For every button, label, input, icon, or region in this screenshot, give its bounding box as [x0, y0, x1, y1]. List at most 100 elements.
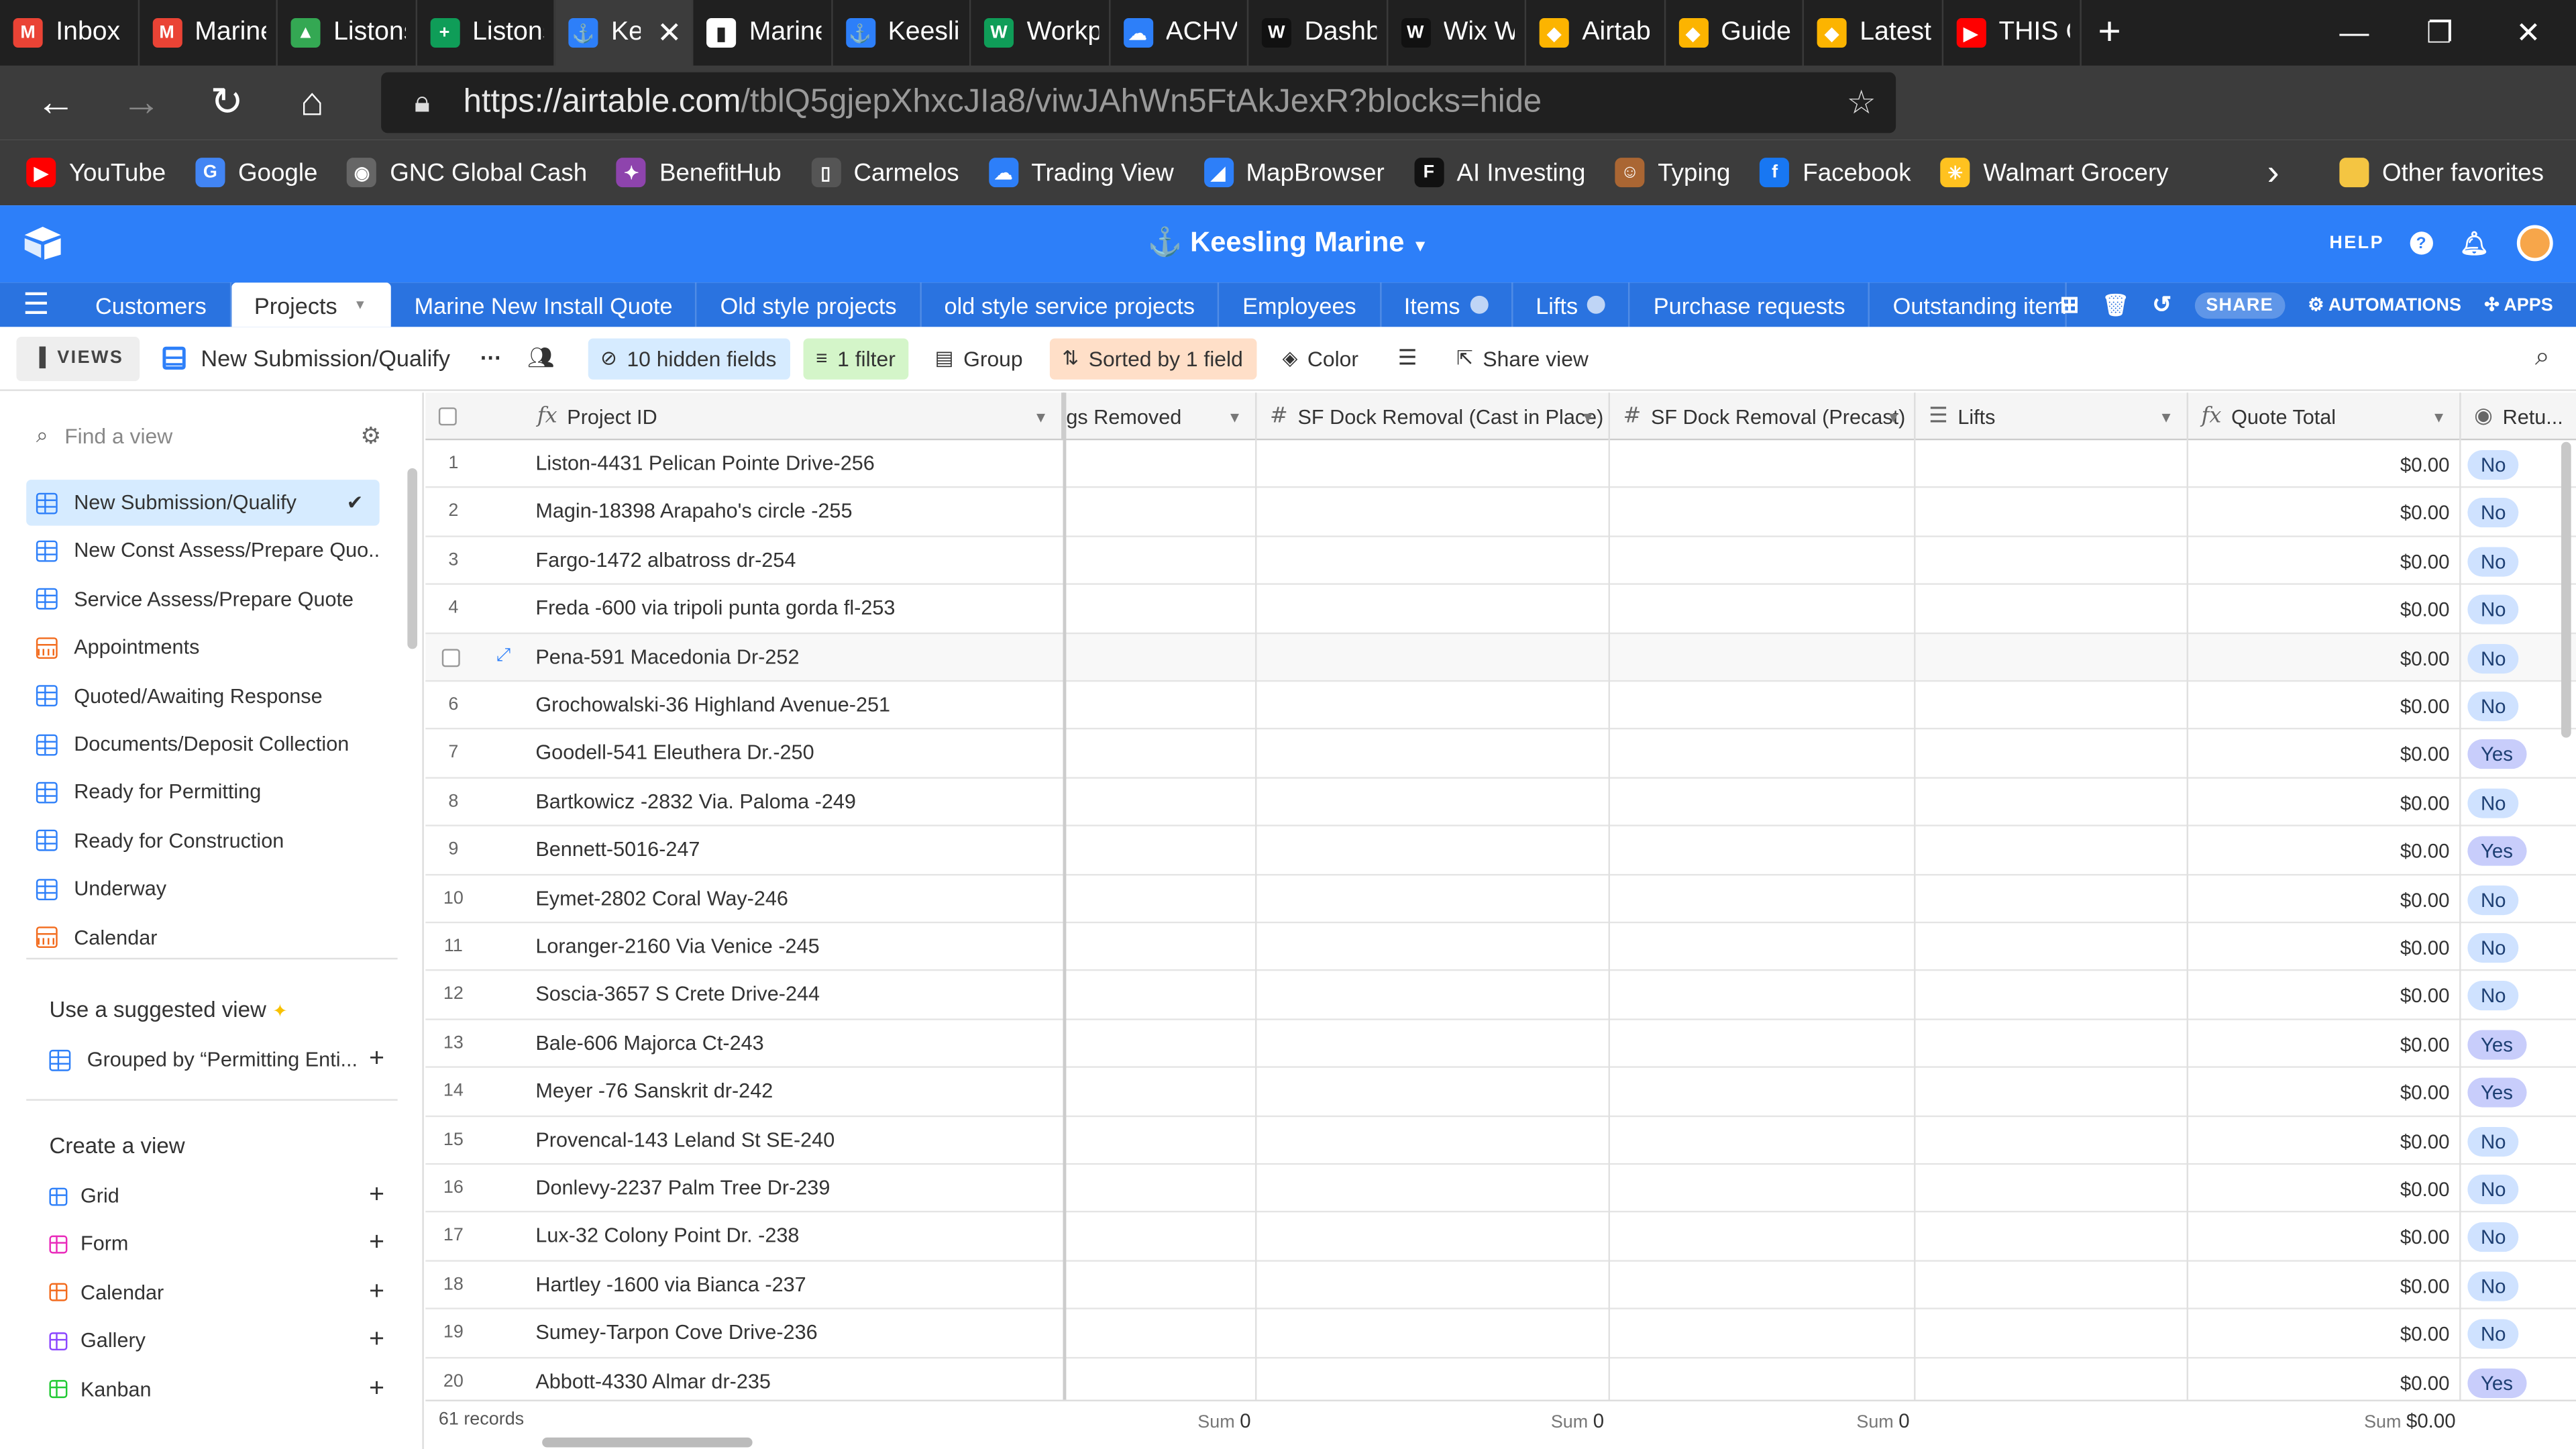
table-row[interactable]: 4 Freda -600 via tripoli punta gorda fl-2… [425, 585, 2576, 634]
table-row[interactable]: 8 Bartkowicz -2832 Via. Paloma -249 $0.00 N… [425, 778, 2576, 827]
browser-tab[interactable]: W Dashb [1248, 0, 1388, 66]
sidebar-view-item[interactable]: New Submission/Qualify ✔ [26, 480, 380, 526]
browser-tab[interactable]: ▮ Marine [693, 0, 833, 66]
quote-total-cell[interactable]: $0.00 [2187, 502, 2450, 525]
sidebar-view-item[interactable]: Appointments [26, 625, 380, 671]
quote-total-cell[interactable]: $0.00 [2187, 792, 2450, 814]
project-id-cell[interactable]: Lux-32 Colony Point Dr. -238 [535, 1224, 799, 1247]
project-id-cell[interactable]: Bale-606 Majorca Ct-243 [535, 1031, 763, 1054]
menu-icon[interactable]: ☰ [0, 282, 72, 327]
create-view-item[interactable]: Form + [49, 1224, 387, 1264]
close-window-icon[interactable]: ✕ [2484, 0, 2573, 66]
row-height-icon[interactable]: ☰ [1385, 337, 1430, 378]
sidebar-scrollbar[interactable] [407, 468, 418, 649]
current-view-name[interactable]: New Submission/Qualify [163, 345, 450, 371]
project-id-cell[interactable]: Abbott-4330 Almar dr-235 [535, 1369, 771, 1392]
returned-select-pill[interactable]: Yes [2467, 1077, 2526, 1108]
table-tab[interactable]: Projects ▼ [231, 282, 392, 327]
column-header-returned[interactable]: ◉ Retu... [2461, 392, 2576, 440]
share-view-button[interactable]: ⇱ Share view [1444, 337, 1602, 378]
table-row[interactable]: 7 Goodell-541 Eleuthera Dr.-250 $0.00 Yes [425, 730, 2576, 779]
help-icon[interactable]: ? [2410, 231, 2434, 255]
quote-total-cell[interactable]: $0.00 [2187, 1033, 2450, 1056]
returned-select-pill[interactable]: No [2467, 885, 2520, 915]
project-id-cell[interactable]: Donlevy-2237 Palm Tree Dr-239 [535, 1176, 830, 1199]
column-header-removed[interactable]: gs Removed ▼ [1066, 392, 1257, 441]
summary-cast[interactable]: Sum 0 [1197, 1409, 1250, 1432]
column-header-lifts[interactable]: ☰ Lifts ▼ [1916, 392, 2189, 441]
bookmark-item[interactable]: F AI Investing [1413, 158, 1585, 188]
browser-tab[interactable]: M Inbox [0, 0, 139, 66]
chevron-down-icon[interactable]: ▼ [1034, 409, 1049, 425]
browser-tab[interactable]: ⚓ Keeslin [832, 0, 971, 66]
minimize-icon[interactable]: — [2310, 0, 2398, 66]
table-row[interactable]: 3 Fargo-1472 albatross dr-254 $0.00 No [425, 537, 2576, 586]
table-tab[interactable]: Old style projects [697, 282, 922, 327]
returned-select-pill[interactable]: No [2467, 498, 2520, 529]
returned-select-pill[interactable]: No [2467, 547, 2520, 577]
project-id-cell[interactable]: Liston-4431 Pelican Pointe Drive-256 [535, 451, 874, 474]
chevron-down-icon[interactable]: ▼ [1580, 409, 1595, 425]
chevron-down-icon[interactable]: ▼ [1228, 409, 1242, 425]
column-header-sf-cast[interactable]: # SF Dock Removal (Cast in Place) ▼ [1256, 392, 1611, 441]
sort-button[interactable]: ⇅ Sorted by 1 field [1049, 337, 1256, 379]
trash-icon[interactable]: 🗑︎ [2102, 292, 2129, 318]
history-icon[interactable]: ↺ [2152, 290, 2171, 319]
quote-total-cell[interactable]: $0.00 [2187, 453, 2450, 476]
bookmark-item[interactable]: ▶ YouTube [26, 158, 166, 188]
project-id-cell[interactable]: Grochowalski-36 Highland Avenue-251 [535, 693, 890, 716]
quote-total-cell[interactable]: $0.00 [2187, 695, 2450, 718]
project-id-cell[interactable]: Provencal-143 Leland St SE-240 [535, 1128, 835, 1150]
select-all-checkbox[interactable] [438, 407, 457, 426]
project-id-cell[interactable]: Freda -600 via tripoli punta gorda fl-25… [535, 596, 895, 619]
hidden-fields-button[interactable]: ⊘ 10 hidden fields [587, 337, 790, 379]
project-id-cell[interactable]: Fargo-1472 albatross dr-254 [535, 548, 796, 571]
restore-icon[interactable]: ❐ [2396, 0, 2484, 66]
create-view-item[interactable]: Gallery + [49, 1321, 387, 1360]
new-tab-icon[interactable]: + [2098, 10, 2121, 56]
table-row[interactable]: 18 Hartley -1600 via Bianca -237 $0.00 No [425, 1261, 2576, 1310]
view-options-icon[interactable]: ⋯ [466, 337, 514, 378]
quote-total-cell[interactable]: $0.00 [2187, 647, 2450, 669]
chevron-down-icon[interactable]: ▼ [1886, 409, 1901, 425]
bookmarks-overflow-chevron-icon[interactable]: › [2267, 151, 2279, 194]
browser-tab[interactable]: ▲ Listons [278, 0, 417, 66]
table-row[interactable]: 20 Abbott-4330 Almar dr-235 $0.00 Yes [425, 1358, 2576, 1407]
browser-tab[interactable]: W Workp [971, 0, 1110, 66]
browser-tab[interactable]: ☁ ACHV [1110, 0, 1249, 66]
grid-vertical-scrollbar[interactable] [2561, 441, 2571, 738]
browser-tab[interactable]: ⚓ Ke ✕ [555, 0, 694, 66]
returned-select-pill[interactable]: No [2467, 1271, 2520, 1301]
returned-select-pill[interactable]: No [2467, 1319, 2520, 1350]
returned-select-pill[interactable]: No [2467, 594, 2520, 625]
plus-icon[interactable]: + [369, 1278, 384, 1307]
bookmark-item[interactable]: ◢ MapBrowser [1203, 158, 1385, 188]
find-view-input[interactable]: ⌕ Find a view ⚙ [36, 419, 391, 451]
table-tab[interactable]: Lifts [1513, 282, 1631, 327]
create-view-item[interactable]: Grid + [49, 1176, 387, 1216]
quote-total-cell[interactable]: $0.00 [2187, 743, 2450, 766]
help-button[interactable]: HELP [2329, 233, 2384, 253]
table-tab[interactable]: Customers [72, 282, 231, 327]
quote-total-cell[interactable]: $0.00 [2187, 1323, 2450, 1346]
returned-select-pill[interactable]: No [2467, 643, 2520, 674]
automations-button[interactable]: ⚙ AUTOMATIONS [2308, 294, 2461, 315]
column-header-sf-precast[interactable]: # SF Dock Removal (Precast) ▼ [1610, 392, 1916, 441]
browser-tab[interactable]: M Marine [139, 0, 278, 66]
sidebar-view-item[interactable]: Calendar [26, 914, 380, 961]
browser-tab[interactable]: ▶ THIS C [1943, 0, 2082, 66]
table-row[interactable]: 9 Bennett-5016-247 $0.00 Yes [425, 826, 2576, 875]
table-tab[interactable]: Marine New Install Quote [391, 282, 698, 327]
gear-icon[interactable]: ⚙ [360, 421, 381, 449]
table-tab[interactable]: Purchase requests [1630, 282, 1870, 327]
table-tab[interactable]: old style service projects [921, 282, 1220, 327]
grid-horizontal-scrollbar[interactable] [542, 1437, 753, 1448]
user-avatar[interactable] [2516, 225, 2553, 262]
plus-icon[interactable]: + [369, 1326, 384, 1356]
bookmark-item[interactable]: ☁ Trading View [988, 158, 1174, 188]
project-id-cell[interactable]: Hartley -1600 via Bianca -237 [535, 1273, 806, 1295]
project-id-cell[interactable]: Bartkowicz -2832 Via. Paloma -249 [535, 790, 856, 812]
sidebar-view-item[interactable]: New Const Assess/Prepare Quo... [26, 528, 380, 574]
returned-select-pill[interactable]: No [2467, 1126, 2520, 1157]
returned-select-pill[interactable]: Yes [2467, 1368, 2526, 1398]
